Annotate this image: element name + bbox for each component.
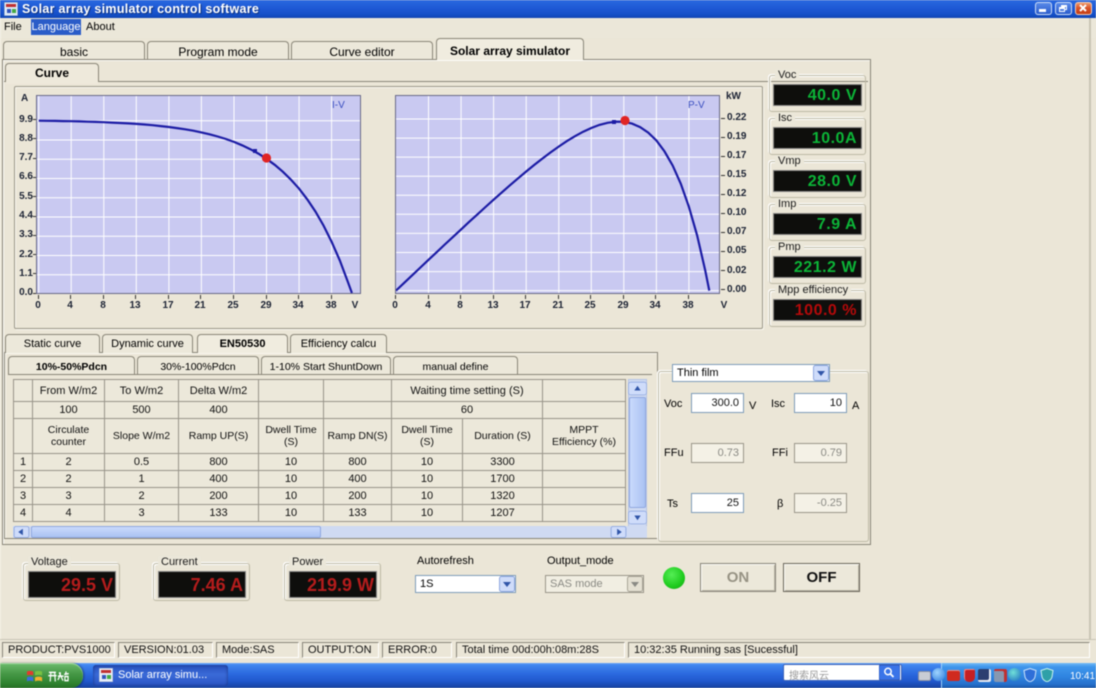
svg-text:P-V: P-V	[688, 100, 705, 111]
svg-text:I-V: I-V	[332, 100, 345, 111]
